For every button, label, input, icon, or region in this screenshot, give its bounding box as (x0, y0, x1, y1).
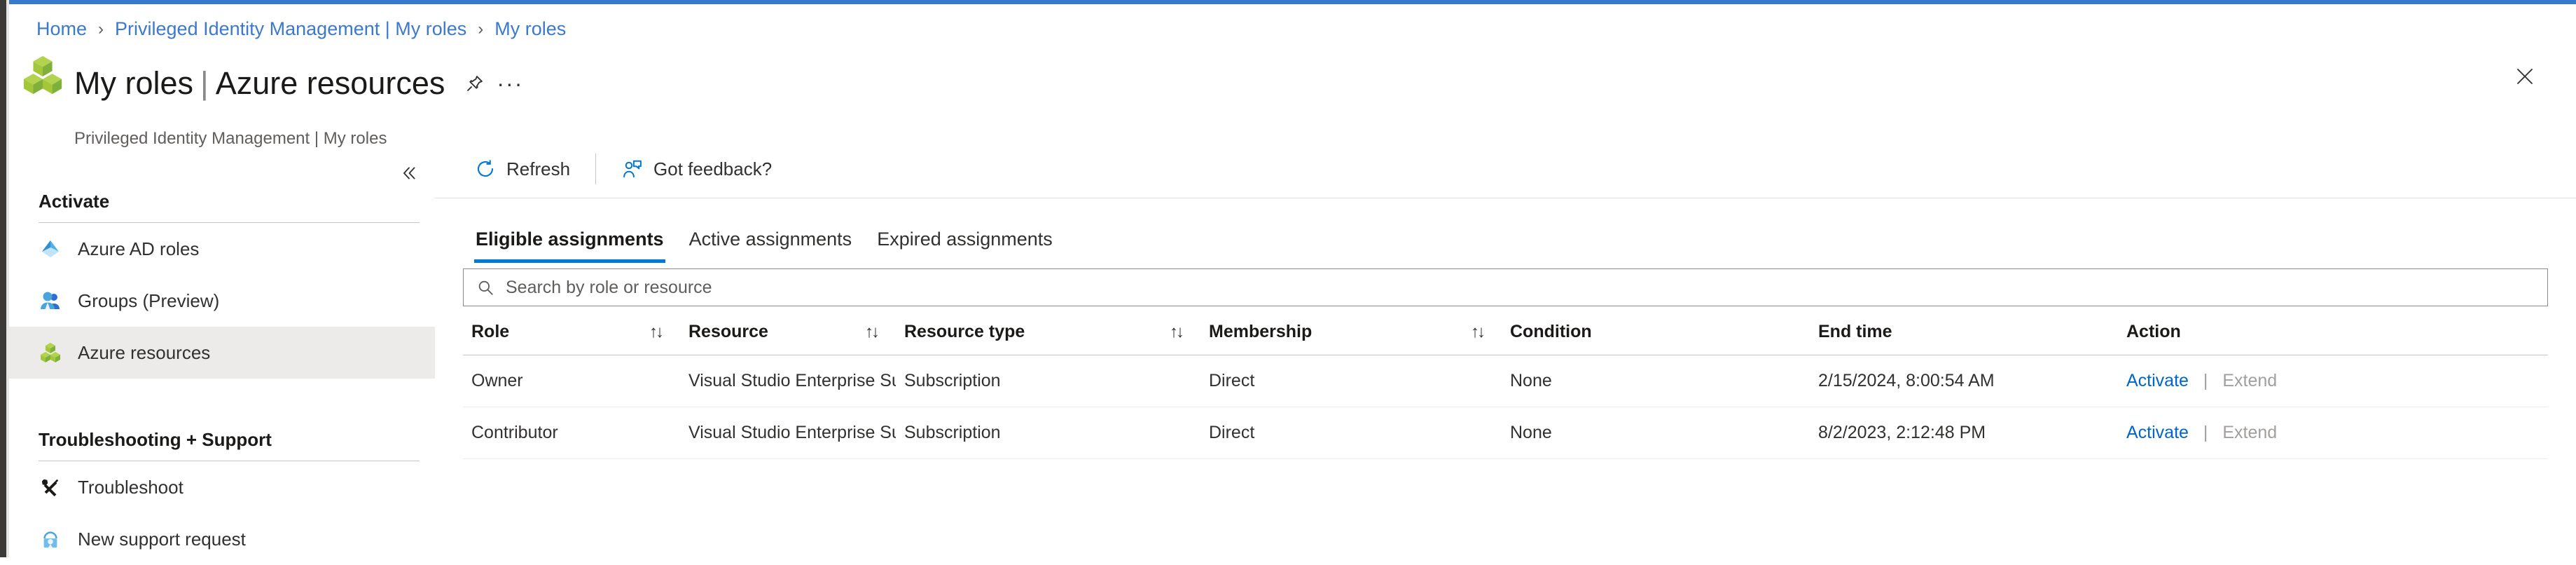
cell-resource: Visual Studio Enterprise Subscri (680, 407, 896, 459)
column-header-resource[interactable]: Resource ↑↓ (680, 322, 896, 355)
cell-membership: Direct (1200, 355, 1502, 407)
column-header-label: Resource (688, 322, 768, 341)
sort-toggle-resource[interactable]: ↑↓ (865, 322, 880, 342)
left-edge-dark-rail (0, 0, 6, 557)
command-bar-divider (595, 154, 597, 184)
refresh-circular-arrow-icon (474, 158, 497, 180)
pim-cubes-icon (21, 53, 64, 97)
breadcrumb-item-home[interactable]: Home (36, 20, 87, 39)
sidebar-group-title-activate: Activate (39, 191, 110, 212)
cell-action: Activate | Extend (2118, 407, 2548, 459)
person-speech-bubble-icon (621, 158, 644, 180)
sort-toggle-resource-type[interactable]: ↑↓ (1170, 322, 1184, 342)
sidebar-item-label: Troubleshoot (78, 476, 183, 498)
headset-support-icon (39, 527, 62, 551)
cell-resource-type: Subscription (896, 355, 1200, 407)
page-title: My roles | Azure resources (74, 65, 445, 102)
sort-toggle-role[interactable]: ↑↓ (649, 322, 664, 342)
tab-eligible-assignments[interactable]: Eligible assignments (463, 229, 677, 263)
cell-resource: Visual Studio Enterprise Subscri (680, 355, 896, 407)
extend-link[interactable]: Extend (2222, 423, 2277, 442)
column-header-action: Action (2118, 322, 2548, 355)
table-row[interactable]: Owner Visual Studio Enterprise Subscri S… (463, 355, 2548, 407)
azure-ad-icon (39, 237, 62, 261)
sidebar-item-azure-resources[interactable]: Azure resources (9, 327, 435, 379)
column-header-resource-type[interactable]: Resource type ↑↓ (896, 322, 1200, 355)
sidebar: Activate Azure AD roles Groups (Preview) (9, 140, 435, 557)
cell-role: Contributor (463, 407, 680, 459)
column-header-label: End time (1818, 322, 1892, 341)
search-input[interactable] (504, 269, 2547, 306)
column-header-label: Action (2126, 322, 2181, 341)
activate-link[interactable]: Activate (2126, 371, 2189, 390)
azure-resources-cubes-icon (39, 341, 62, 365)
top-accent-bar (0, 0, 2576, 4)
column-header-label: Condition (1510, 322, 1592, 341)
cell-end-time: 8/2/2023, 2:12:48 PM (1810, 407, 2118, 459)
double-chevron-left-icon[interactable] (397, 161, 421, 185)
breadcrumb-separator: › (98, 19, 104, 39)
refresh-button[interactable]: Refresh (464, 149, 580, 189)
column-header-end-time: End time (1810, 322, 2118, 355)
sidebar-group-title-troubleshooting: Troubleshooting + Support (39, 429, 272, 450)
sidebar-item-label: New support request (78, 528, 246, 550)
pin-icon[interactable] (463, 72, 487, 95)
sort-toggle-membership[interactable]: ↑↓ (1471, 322, 1486, 342)
cell-condition: None (1502, 407, 1810, 459)
cell-action: Activate | Extend (2118, 355, 2548, 407)
table-header-row: Role ↑↓ Resource ↑↓ Resource type ↑↓ Mem… (463, 322, 2548, 355)
sidebar-item-label: Azure resources (78, 341, 211, 363)
sidebar-item-troubleshoot[interactable]: Troubleshoot (9, 461, 435, 513)
got-feedback-button[interactable]: Got feedback? (611, 149, 782, 189)
breadcrumb-item-my-roles[interactable]: My roles (494, 20, 566, 39)
tab-expired-assignments[interactable]: Expired assignments (864, 229, 1065, 263)
sidebar-item-label: Azure AD roles (78, 238, 200, 259)
search-icon (475, 277, 496, 298)
page-title-separator: | (200, 65, 209, 102)
breadcrumb-separator: › (478, 19, 484, 39)
sidebar-item-azure-ad-roles[interactable]: Azure AD roles (9, 223, 435, 275)
wrench-screwdriver-icon (39, 475, 62, 499)
sidebar-item-label: Groups (Preview) (78, 290, 220, 311)
ellipsis-icon[interactable]: ··· (497, 72, 522, 95)
tab-active-assignments[interactable]: Active assignments (677, 229, 865, 263)
activate-link[interactable]: Activate (2126, 423, 2189, 442)
search-box[interactable] (463, 268, 2548, 306)
column-header-label: Role (471, 322, 510, 341)
table-body: Owner Visual Studio Enterprise Subscri S… (463, 355, 2548, 459)
page-header: My roles | Azure resources ··· Privileged … (21, 43, 522, 149)
breadcrumb: Home › Privileged Identity Management | … (36, 20, 566, 39)
command-bar: Refresh Got feedback? (435, 140, 2576, 198)
page-title-main: My roles (74, 65, 194, 102)
main-content: Refresh Got feedback? Eligible assignmen… (435, 140, 2576, 557)
assignments-table: Role ↑↓ Resource ↑↓ Resource type ↑↓ Mem… (463, 322, 2548, 459)
column-header-label: Membership (1209, 322, 1313, 341)
action-separator: | (2203, 423, 2208, 442)
column-header-role[interactable]: Role ↑↓ (463, 322, 680, 355)
got-feedback-label: Got feedback? (653, 158, 773, 179)
cell-membership: Direct (1200, 407, 1502, 459)
breadcrumb-item-pim-my-roles[interactable]: Privileged Identity Management | My role… (115, 20, 466, 39)
column-header-label: Resource type (904, 322, 1025, 341)
page-title-secondary: Azure resources (215, 65, 445, 102)
table-header: Role ↑↓ Resource ↑↓ Resource type ↑↓ Mem… (463, 322, 2548, 355)
cell-resource-type: Subscription (896, 407, 1200, 459)
cell-role: Owner (463, 355, 680, 407)
action-separator: | (2203, 371, 2208, 390)
extend-link[interactable]: Extend (2222, 371, 2277, 390)
cell-condition: None (1502, 355, 1810, 407)
tab-list: Eligible assignments Active assignments … (435, 208, 2576, 263)
column-header-membership[interactable]: Membership ↑↓ (1200, 322, 1502, 355)
sidebar-item-groups-preview[interactable]: Groups (Preview) (9, 275, 435, 327)
groups-people-icon (39, 289, 62, 313)
close-icon[interactable] (2510, 62, 2540, 91)
table-row[interactable]: Contributor Visual Studio Enterprise Sub… (463, 407, 2548, 459)
refresh-label: Refresh (506, 158, 571, 179)
cell-end-time: 2/15/2024, 8:00:54 AM (1810, 355, 2118, 407)
column-header-condition: Condition (1502, 322, 1810, 355)
